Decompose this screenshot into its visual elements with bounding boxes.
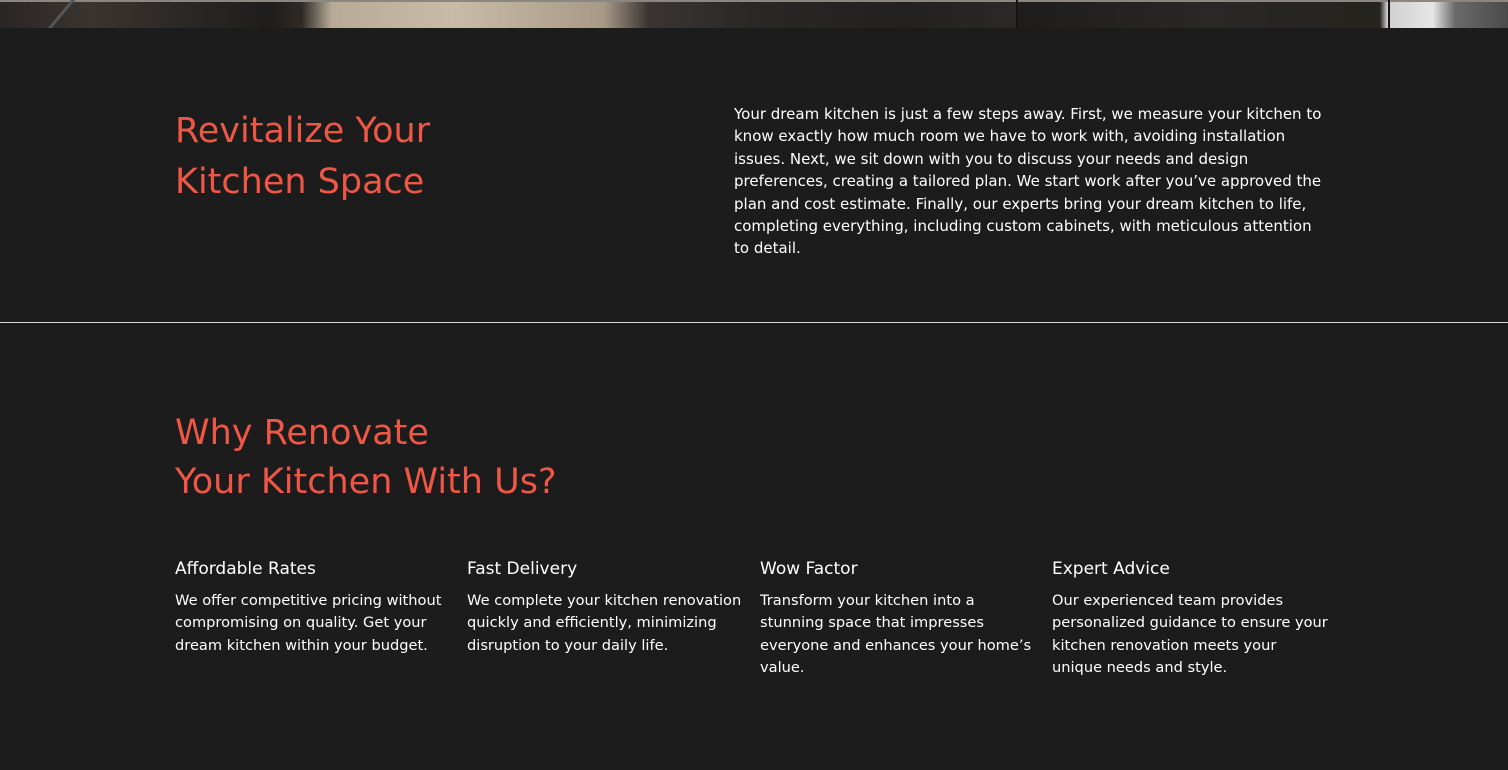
why-section: Why Renovate Your Kitchen With Us? Affor… [0, 323, 1508, 770]
feature-title: Wow Factor [760, 559, 858, 579]
feature-title: Fast Delivery [467, 559, 578, 579]
feature-affordable-rates: Affordable Rates We offer competitive pr… [175, 557, 451, 657]
feature-wow-factor: Wow Factor Transform your kitchen into a… [760, 557, 1036, 680]
feature-description: Transform your kitchen into a stunning s… [760, 592, 1032, 677]
intro-heading-line-2: Kitchen Space [175, 162, 425, 202]
feature-description: We complete your kitchen renovation quic… [467, 592, 742, 654]
why-heading: Why Renovate Your Kitchen With Us? [175, 409, 775, 507]
why-heading-line-2: Your Kitchen With Us? [175, 462, 557, 502]
hero-image-detail [1388, 0, 1390, 28]
feature-title: Affordable Rates [175, 559, 316, 579]
feature-fast-delivery: Fast Delivery We complete your kitchen r… [467, 557, 743, 657]
feature-description: We offer competitive pricing without com… [175, 592, 442, 654]
hero-image-strip [0, 0, 1508, 28]
intro-heading-line-1: Revitalize Your [175, 111, 431, 151]
intro-section: Revitalize Your Kitchen Space Your dream… [0, 28, 1508, 322]
intro-heading: Revitalize Your Kitchen Space [175, 106, 615, 208]
intro-paragraph: Your dream kitchen is just a few steps a… [734, 105, 1322, 258]
why-heading-line-1: Why Renovate [175, 413, 429, 453]
feature-expert-advice: Expert Advice Our experienced team provi… [1052, 557, 1328, 680]
feature-title: Expert Advice [1052, 559, 1170, 579]
hero-image-edge [0, 0, 1508, 2]
feature-description: Our experienced team provides personaliz… [1052, 592, 1328, 677]
hero-image-detail [1016, 0, 1018, 28]
hero-image-detail [47, 0, 76, 28]
